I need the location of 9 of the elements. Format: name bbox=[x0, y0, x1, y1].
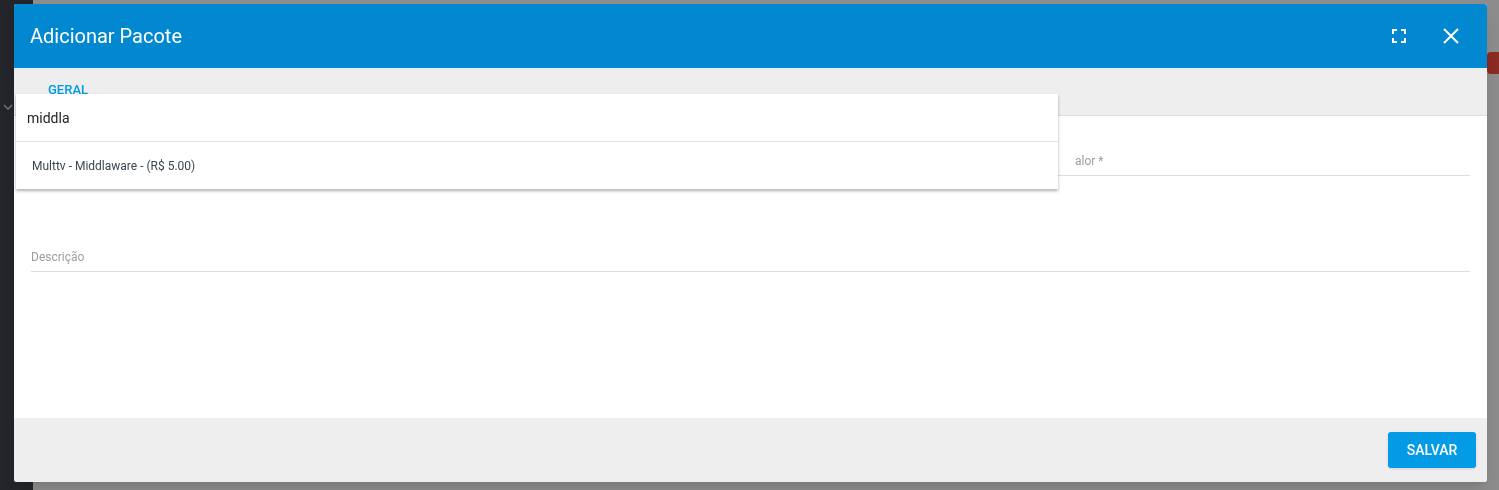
dropdown-option[interactable]: Multtv - Middlaware - (R$ 5.00) bbox=[16, 142, 1058, 189]
dialog-title: Adicionar Pacote bbox=[30, 23, 183, 50]
fullscreen-icon bbox=[1392, 29, 1406, 43]
input-field[interactable]: alor * bbox=[1058, 152, 1470, 176]
input-field[interactable]: Descrição bbox=[31, 248, 1470, 272]
badge-edge bbox=[1487, 52, 1499, 74]
chevron-down-icon bbox=[3, 104, 13, 111]
save-button[interactable]: SALVAR bbox=[1388, 432, 1476, 468]
close-icon bbox=[1443, 28, 1459, 44]
